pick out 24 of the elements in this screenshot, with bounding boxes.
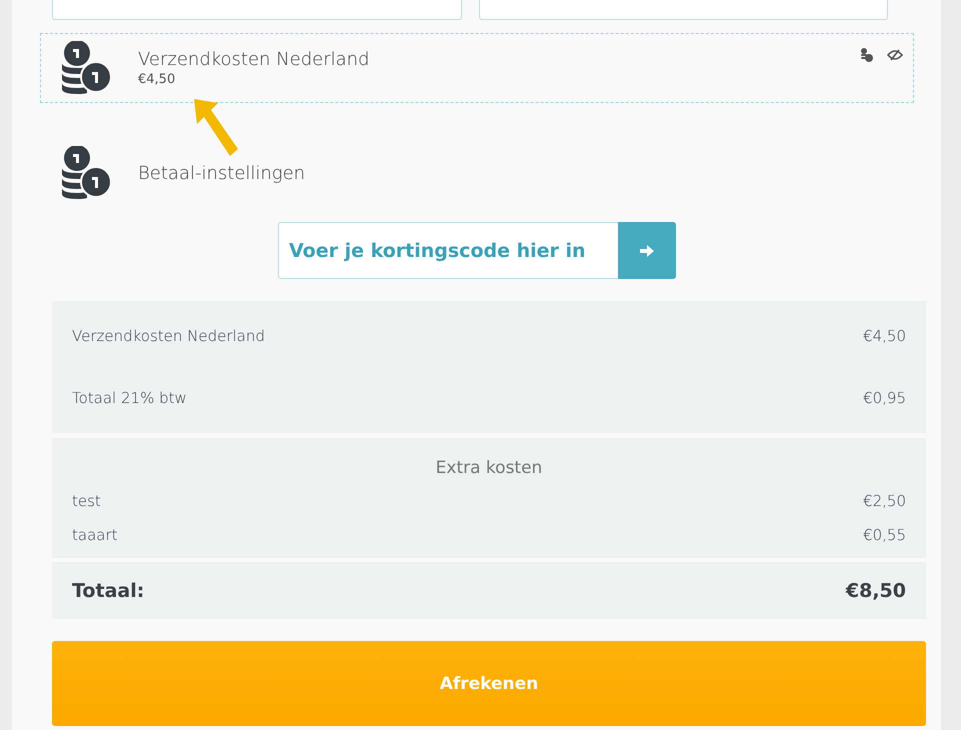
- shipping-option-title: Verzendkosten Nederland: [138, 49, 370, 70]
- street-field[interactable]: [52, 0, 462, 20]
- city-field[interactable]: [478, 0, 888, 20]
- shipping-option-card[interactable]: Verzendkosten Nederland €4,50: [40, 33, 914, 103]
- total-value: €8,50: [846, 580, 906, 602]
- payment-settings-title: Betaal-instellingen: [138, 162, 306, 184]
- coins-settings-icon[interactable]: [859, 48, 873, 62]
- eye-slash-icon[interactable]: [887, 49, 903, 61]
- cost-value: €0,95: [863, 389, 906, 407]
- apply-discount-button[interactable]: [618, 222, 676, 279]
- extra-cost-label: taaart: [72, 526, 118, 544]
- extra-cost-label: test: [72, 492, 101, 510]
- shipping-option-price: €4,50: [138, 72, 176, 87]
- cost-label: Totaal 21% btw: [72, 389, 187, 407]
- coins-icon: [60, 146, 112, 200]
- cost-value: €4,50: [863, 327, 906, 345]
- extra-cost-value: €2,50: [863, 492, 906, 510]
- discount-code-field[interactable]: Voer je kortingscode hier in: [278, 222, 618, 279]
- arrow-right-icon: [640, 244, 654, 256]
- extra-costs-title: Extra kosten: [434, 458, 544, 478]
- coins-icon: [60, 41, 112, 95]
- extra-cost-value: €0,55: [863, 526, 906, 544]
- total-label: Totaal:: [72, 580, 144, 602]
- cost-label: Verzendkosten Nederland: [72, 327, 265, 345]
